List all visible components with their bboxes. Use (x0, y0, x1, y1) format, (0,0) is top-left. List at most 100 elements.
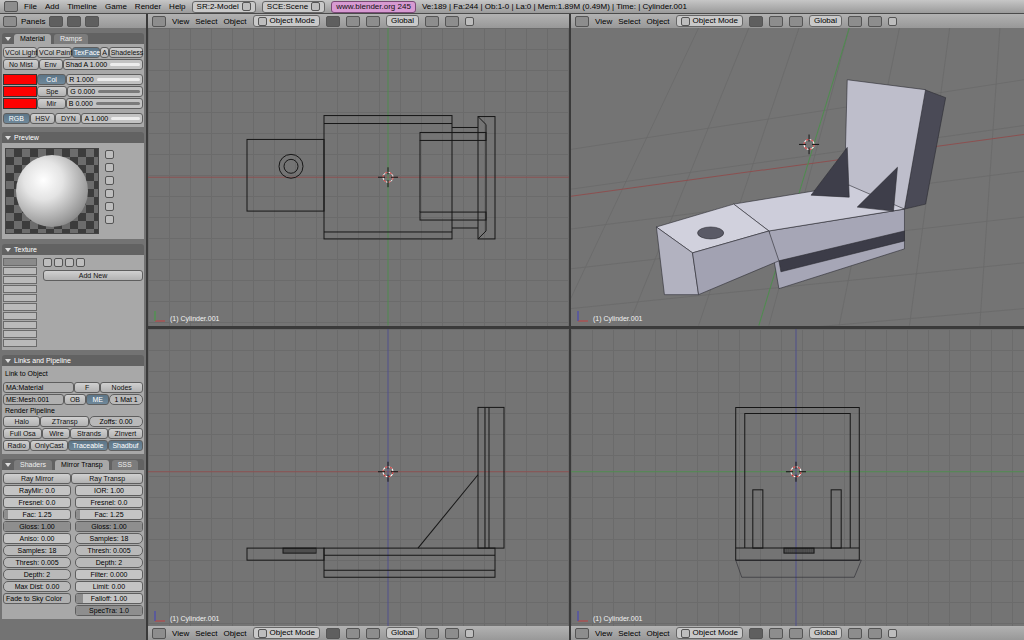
panel-tab[interactable]: Material (14, 34, 51, 44)
object-icon[interactable] (67, 16, 81, 27)
scene-selector[interactable]: SCE:Scene (262, 1, 325, 13)
toggle-button[interactable]: Wire (42, 428, 70, 439)
number-field[interactable]: Thresh: 0.005 (75, 545, 143, 556)
mode-selector[interactable]: Object Mode (676, 627, 743, 639)
object-mode-icon[interactable] (258, 629, 267, 638)
menu-item[interactable]: Add (45, 2, 59, 11)
shading-icon[interactable] (49, 16, 63, 27)
number-slider[interactable]: Fac: 1.25 (75, 509, 143, 520)
slider[interactable]: Shad A 1.000 (63, 59, 143, 70)
slider-track[interactable] (96, 102, 140, 105)
lock-icon[interactable] (888, 17, 897, 26)
material-icon[interactable] (85, 16, 99, 27)
viewport-canvas[interactable]: (1) Cylinder.001 (148, 329, 569, 627)
layers-icon[interactable] (425, 16, 439, 27)
menu-item[interactable]: Select (195, 17, 217, 26)
collapse-icon[interactable] (5, 463, 11, 467)
toggle-button[interactable]: Shadbuf (108, 440, 143, 451)
number-field[interactable]: 1 Mat 1 (109, 394, 143, 405)
lock-icon[interactable] (465, 17, 474, 26)
pivot-icon[interactable] (346, 16, 360, 27)
manipulator-icon[interactable] (366, 628, 380, 639)
panel-header[interactable]: Texture (2, 244, 144, 255)
3d-viewport[interactable]: (1) Cylinder.001ViewSelectObjectObject M… (148, 329, 569, 640)
manipulator-icon[interactable] (366, 16, 380, 27)
manipulator-icon[interactable] (789, 16, 803, 27)
menu-item[interactable]: Help (169, 2, 185, 11)
texture-slot[interactable] (3, 303, 37, 311)
button[interactable]: Nodes (100, 382, 143, 393)
toggle-button[interactable]: Ray Mirror (3, 473, 71, 484)
texture-slot[interactable] (3, 267, 37, 275)
number-slider[interactable]: Aniso: 0.00 (3, 533, 71, 544)
viewport-canvas[interactable]: (1) Cylinder.001 (148, 28, 569, 326)
texture-slot[interactable] (3, 321, 37, 329)
number-slider[interactable]: SpecTra: 1.0 (75, 605, 143, 616)
texture-slot[interactable] (3, 285, 37, 293)
button[interactable]: F (74, 382, 101, 393)
panel-tab[interactable]: Ramps (54, 34, 88, 44)
collapse-icon[interactable] (5, 37, 11, 41)
orientation-selector[interactable]: Global (809, 627, 842, 639)
draw-type-icon[interactable] (749, 628, 763, 639)
mode-selector[interactable]: Object Mode (253, 627, 320, 639)
menu-item[interactable]: Select (618, 17, 640, 26)
view3d-icon[interactable] (152, 16, 166, 27)
number-slider[interactable]: Gloss: 1.00 (75, 521, 143, 532)
3d-viewport[interactable]: (1) Cylinder.001ViewSelectObjectObject M… (571, 329, 1024, 640)
toggle-button[interactable]: Mir (37, 98, 66, 109)
number-field[interactable]: Samples: 18 (75, 533, 143, 544)
number-field[interactable]: Zoffs: 0.00 (89, 416, 143, 427)
down-icon[interactable] (76, 258, 85, 267)
toggle-button[interactable]: Col (37, 74, 66, 85)
color-swatch[interactable] (3, 98, 37, 109)
toggle-button[interactable]: A (100, 47, 108, 58)
window-type-icon[interactable] (3, 16, 17, 27)
plane-icon[interactable] (105, 150, 114, 159)
view3d-icon[interactable] (575, 628, 589, 639)
dropdown-menu[interactable]: ME:Mesh.001 (3, 394, 64, 405)
slider[interactable]: B 0.000 (66, 98, 143, 109)
color-swatch[interactable] (3, 86, 37, 97)
texture-slot[interactable] (3, 339, 37, 347)
toggle-button[interactable]: OnlyCast (30, 440, 68, 451)
slider[interactable]: R 1.000 (66, 74, 143, 85)
toggle-button[interactable]: Full Osa (3, 428, 42, 439)
close-icon[interactable] (242, 2, 251, 11)
layers-icon[interactable] (445, 628, 459, 639)
slider[interactable]: A 1.000 (81, 113, 143, 124)
texture-slot[interactable] (3, 312, 37, 320)
menu-item[interactable]: View (172, 17, 189, 26)
menu-item[interactable]: Timeline (67, 2, 97, 11)
number-slider[interactable]: Fresnel: 0.0 (75, 497, 143, 508)
scene-name[interactable]: SCE:Scene (267, 2, 308, 12)
toggle-button[interactable]: TexFace (72, 47, 101, 58)
menu-item[interactable]: Object (223, 629, 246, 638)
toggle-button[interactable]: Env (39, 59, 63, 70)
draw-type-icon[interactable] (326, 628, 340, 639)
mode-selector[interactable]: Object Mode (676, 15, 743, 27)
number-slider[interactable]: Fresnel: 0.0 (3, 497, 71, 508)
layers-icon[interactable] (868, 628, 882, 639)
3d-viewport[interactable]: ViewSelectObjectObject ModeGlobal(1) Cyl… (148, 14, 569, 326)
toggle-button[interactable]: Ray Transp (71, 473, 143, 484)
orientation-selector[interactable]: Global (386, 15, 419, 27)
toggle-button[interactable]: Shadeless (109, 47, 143, 58)
pivot-icon[interactable] (769, 628, 783, 639)
number-field[interactable]: Samples: 18 (3, 545, 71, 556)
toggle-button[interactable]: VCol Paint (37, 47, 72, 58)
layers-icon[interactable] (848, 628, 862, 639)
toggle-button[interactable]: ZInvert (108, 428, 143, 439)
number-slider[interactable]: Fac: 1.25 (3, 509, 71, 520)
number-slider[interactable]: RayMir: 0.0 (3, 485, 71, 496)
collapse-icon[interactable] (5, 359, 11, 363)
layers-icon[interactable] (445, 16, 459, 27)
toggle-button[interactable]: VCol Light (3, 47, 37, 58)
draw-type-icon[interactable] (326, 16, 340, 27)
manipulator-icon[interactable] (789, 628, 803, 639)
panel-header[interactable]: MaterialRamps (2, 33, 144, 44)
viewport-canvas[interactable]: (1) Cylinder.001 (571, 329, 1024, 627)
monkey-icon[interactable] (105, 189, 114, 198)
blender-link[interactable]: www.blender.org 245 (331, 1, 416, 13)
pivot-icon[interactable] (769, 16, 783, 27)
